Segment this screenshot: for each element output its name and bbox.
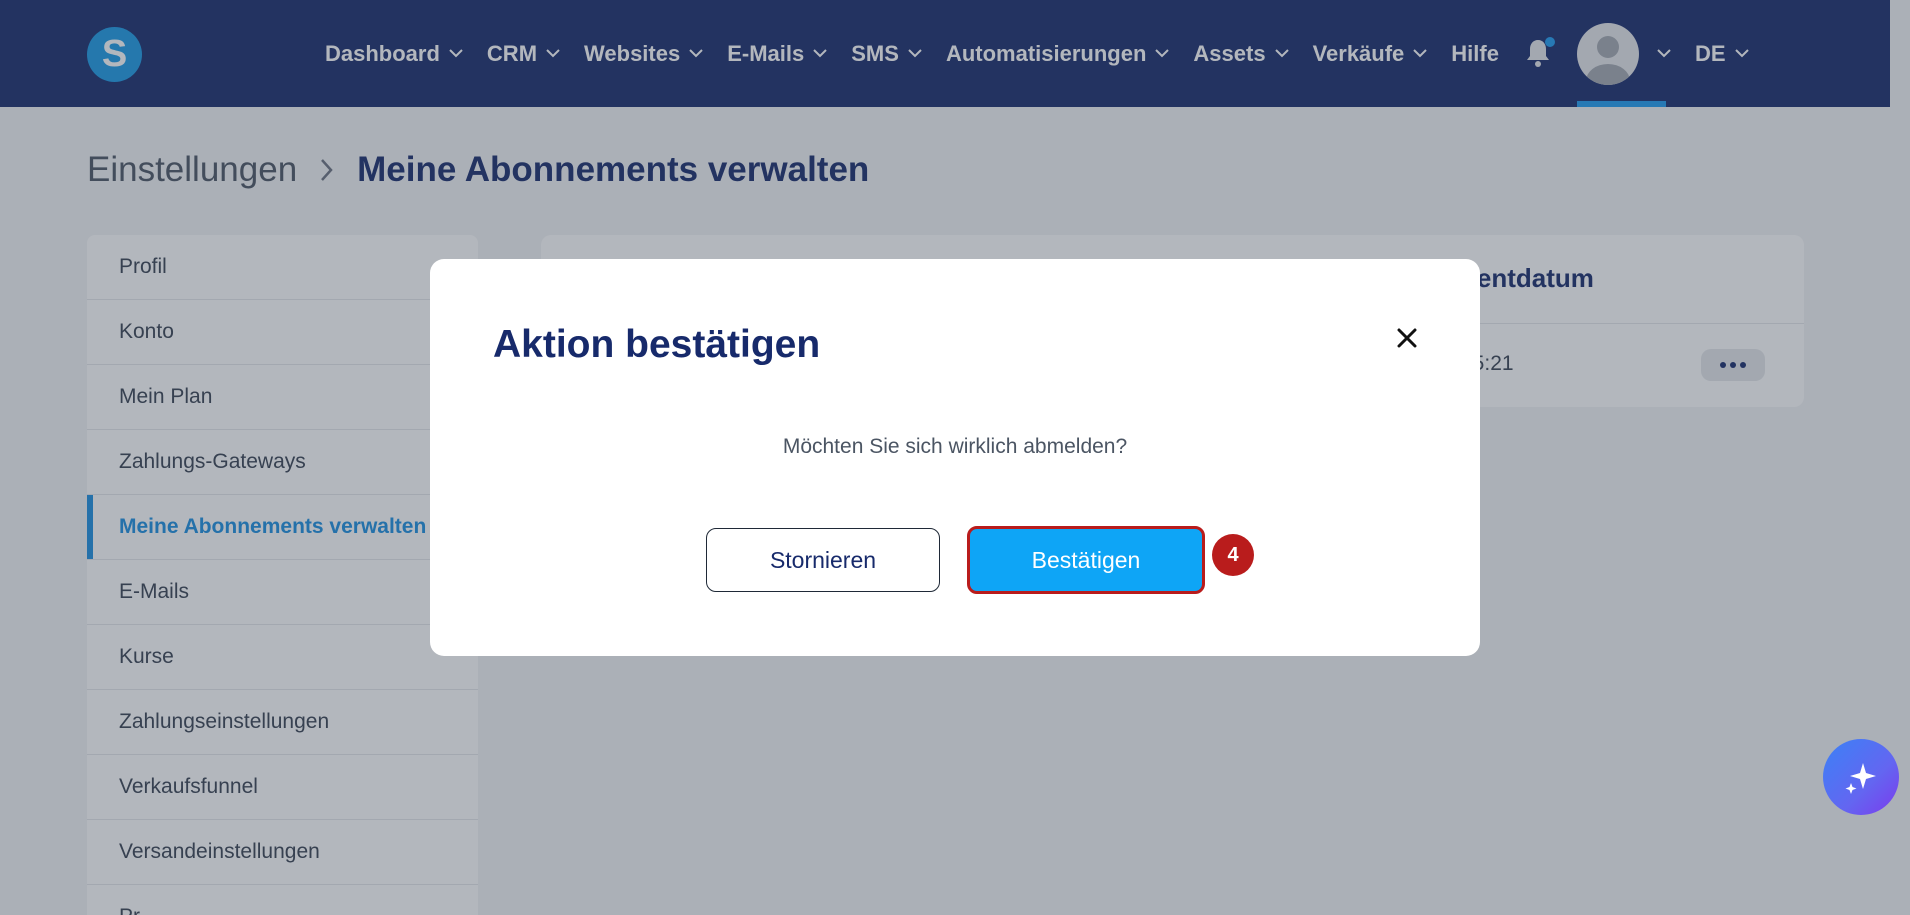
sparkle-icon — [1845, 763, 1876, 794]
dialog-message: Möchten Sie sich wirklich abmelden? — [782, 435, 1128, 458]
cancel-button[interactable]: Stornieren — [706, 528, 940, 592]
confirm-button[interactable]: Bestätigen — [967, 526, 1205, 594]
close-button[interactable] — [1390, 321, 1424, 355]
ai-assistant-button[interactable] — [1823, 739, 1899, 815]
close-icon — [1397, 328, 1417, 348]
dialog-title: Aktion bestätigen — [493, 323, 821, 366]
step-annotation-badge: 4 — [1212, 534, 1254, 576]
confirm-dialog: Aktion bestätigen Möchten Sie sich wirkl… — [430, 259, 1480, 656]
